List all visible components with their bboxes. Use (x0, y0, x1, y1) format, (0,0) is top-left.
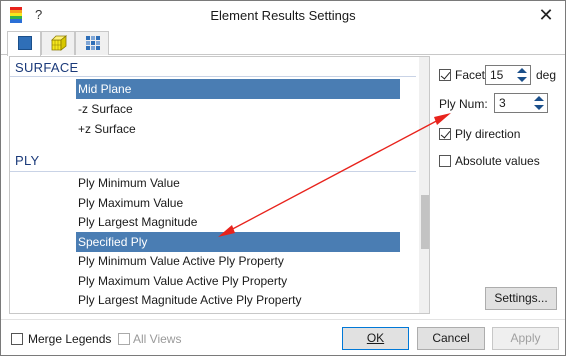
list-item-specified-ply[interactable]: Specified Ply (76, 232, 400, 252)
ply-section-header: PLY (15, 153, 40, 168)
facet-stepper[interactable]: 15 (485, 65, 531, 85)
ply-num-label: Ply Num: (439, 97, 488, 111)
all-views-label: All Views (133, 332, 182, 346)
list-item-ply-min-active-property[interactable]: Ply Minimum Value Active Ply Property (76, 251, 400, 271)
facet-value[interactable]: 15 (490, 68, 503, 82)
blue-square-icon (18, 36, 32, 50)
tab-elements-3d[interactable] (41, 31, 75, 55)
facet-label: Facet (455, 68, 486, 82)
window-title: Element Results Settings (210, 8, 356, 23)
list-item-minus-z-surface[interactable]: -z Surface (76, 99, 400, 119)
list-item-ply-minimum-value[interactable]: Ply Minimum Value (76, 173, 400, 193)
ply-num-stepper[interactable]: 3 (494, 93, 548, 113)
apply-button-label: Apply (510, 331, 541, 345)
list-item-mid-plane[interactable]: Mid Plane (76, 79, 400, 99)
list-item-plus-z-surface[interactable]: +z Surface (76, 119, 400, 139)
apply-button[interactable]: Apply (492, 327, 559, 350)
list-item-ply-largest-magnitude[interactable]: Ply Largest Magnitude (76, 212, 400, 232)
facet-stepper-arrows[interactable] (516, 66, 528, 84)
ply-direction-checkbox[interactable] (439, 128, 451, 140)
tab-elements-2d[interactable] (7, 31, 41, 56)
tab-strip (1, 29, 565, 56)
all-views-checkbox[interactable] (118, 333, 130, 345)
grid-icon (86, 36, 100, 50)
ply-num-stepper-arrows[interactable] (533, 94, 545, 112)
footer-divider (1, 319, 565, 320)
absolute-values-checkbox[interactable] (439, 155, 451, 167)
surface-section-header: SURFACE (15, 60, 79, 75)
cancel-button-label: Cancel (432, 331, 470, 345)
surface-section-divider (10, 76, 416, 77)
ok-button[interactable]: OK (342, 327, 409, 350)
title-bar: ? Element Results Settings ✕ (1, 1, 565, 29)
chevron-down-icon[interactable] (517, 77, 527, 82)
merge-legends-checkbox[interactable] (11, 333, 23, 345)
chevron-up-icon[interactable] (517, 68, 527, 73)
merge-legends-label: Merge Legends (28, 332, 112, 346)
ply-section-divider (10, 171, 416, 172)
ok-button-label: OK (366, 331, 385, 345)
cancel-button[interactable]: Cancel (417, 327, 485, 350)
list-scrollbar-thumb[interactable] (421, 195, 429, 249)
yellow-cube-icon (51, 35, 67, 51)
list-item-ply-largest-active-property[interactable]: Ply Largest Magnitude Active Ply Propert… (76, 290, 400, 310)
settings-button[interactable]: Settings... (485, 287, 557, 310)
chevron-up-icon[interactable] (534, 96, 544, 101)
ply-direction-label: Ply direction (455, 127, 521, 141)
absolute-values-label: Absolute values (455, 154, 540, 168)
close-button[interactable]: ✕ (535, 4, 557, 26)
facet-checkbox[interactable] (439, 69, 451, 81)
chevron-down-icon[interactable] (534, 105, 544, 110)
element-results-settings-dialog: ? Element Results Settings ✕ SURFACE Mid… (0, 0, 566, 356)
result-location-list[interactable]: SURFACE Mid Plane -z Surface +z Surface … (9, 56, 430, 314)
facet-unit: deg (536, 68, 557, 82)
list-scrollbar[interactable] (419, 57, 429, 313)
list-item-ply-max-active-property[interactable]: Ply Maximum Value Active Ply Property (76, 271, 400, 291)
tab-grid[interactable] (75, 31, 109, 55)
list-item-ply-maximum-value[interactable]: Ply Maximum Value (76, 193, 400, 213)
ply-num-value[interactable]: 3 (499, 96, 506, 110)
